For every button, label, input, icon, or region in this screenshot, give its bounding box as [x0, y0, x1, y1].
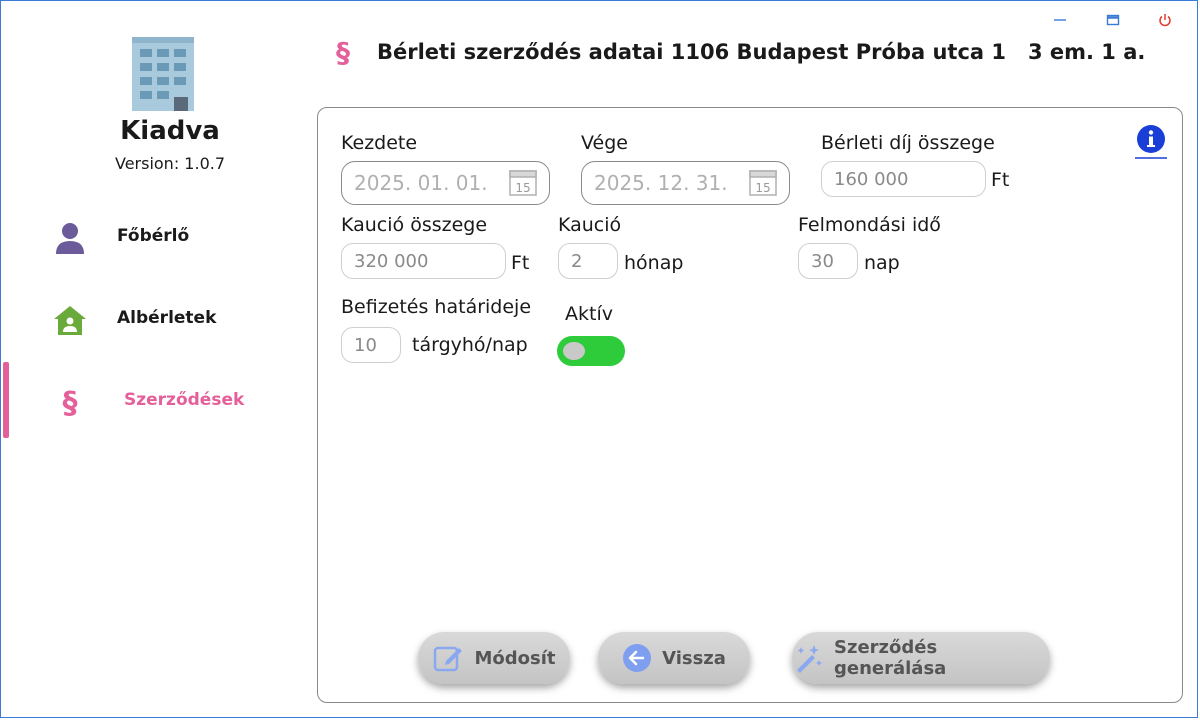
section-icon: § [52, 384, 88, 421]
back-button-label: Vissza [662, 647, 726, 669]
maximize-icon [1106, 14, 1120, 26]
app-name: Kiadva [120, 116, 220, 146]
maximize-button[interactable] [1101, 10, 1125, 30]
due-label: Befizetés határideje [341, 296, 532, 318]
generate-contract-button-label: Szerződés generálása [834, 637, 947, 679]
calendar-icon[interactable]: 15 [508, 167, 538, 197]
sidebar-item-label: Albérletek [117, 308, 217, 328]
modify-button[interactable]: Módosít [418, 632, 570, 684]
deposit-amount-input[interactable] [341, 243, 506, 279]
minimize-button[interactable] [1048, 10, 1072, 30]
deposit-amount-unit: Ft [511, 252, 530, 274]
notice-input[interactable] [798, 243, 858, 279]
svg-text:15: 15 [515, 181, 530, 195]
back-button[interactable]: Vissza [598, 632, 750, 684]
active-label: Aktív [565, 303, 613, 325]
minimize-icon [1054, 19, 1066, 21]
notice-unit: nap [864, 252, 900, 274]
modify-button-label: Módosít [474, 647, 556, 669]
notice-label: Felmondási idő [798, 214, 941, 236]
edit-icon [434, 646, 463, 672]
active-toggle[interactable] [557, 336, 625, 366]
sidebar-item-fober[interactable]: Főbérlő [0, 206, 300, 266]
section-icon: § [336, 36, 350, 69]
sidebar-item-label: Szerződések [124, 390, 245, 410]
building-logo-icon [130, 35, 196, 113]
page-title: Bérleti szerződés adatai 1106 Budapest P… [377, 40, 1146, 64]
deposit-months-label: Kaució [558, 214, 622, 236]
close-button[interactable] [1153, 10, 1177, 30]
start-date-label: Kezdete [341, 132, 418, 154]
toggle-knob [563, 342, 585, 360]
sidebar-item-alberletek[interactable]: Albérletek [0, 288, 300, 348]
due-unit: tárgyhó/nap [412, 334, 528, 356]
svg-text:15: 15 [755, 181, 770, 195]
due-input[interactable] [341, 327, 401, 363]
house-icon [52, 302, 88, 338]
end-date-label: Vége [581, 132, 628, 154]
info-icon[interactable] [1134, 124, 1168, 160]
generate-contract-button[interactable]: Szerződés generálása [792, 632, 1050, 684]
arrow-left-icon [623, 644, 652, 672]
calendar-icon[interactable]: 15 [748, 167, 778, 197]
deposit-months-input[interactable] [558, 243, 618, 279]
magic-wand-icon [797, 645, 822, 673]
svg-text:§: § [63, 386, 78, 420]
rent-unit: Ft [991, 169, 1010, 191]
sidebar-item-label: Főbérlő [117, 226, 190, 246]
sidebar-item-szerzodesek[interactable]: § Szerződések [0, 370, 300, 430]
rent-input[interactable] [821, 161, 986, 197]
power-icon [1159, 14, 1171, 27]
person-icon [52, 220, 88, 256]
deposit-months-unit: hónap [624, 252, 684, 274]
app-version: Version: 1.0.7 [114, 154, 226, 173]
rent-label: Bérleti díj összege [821, 132, 995, 154]
deposit-amount-label: Kaució összege [341, 214, 488, 236]
